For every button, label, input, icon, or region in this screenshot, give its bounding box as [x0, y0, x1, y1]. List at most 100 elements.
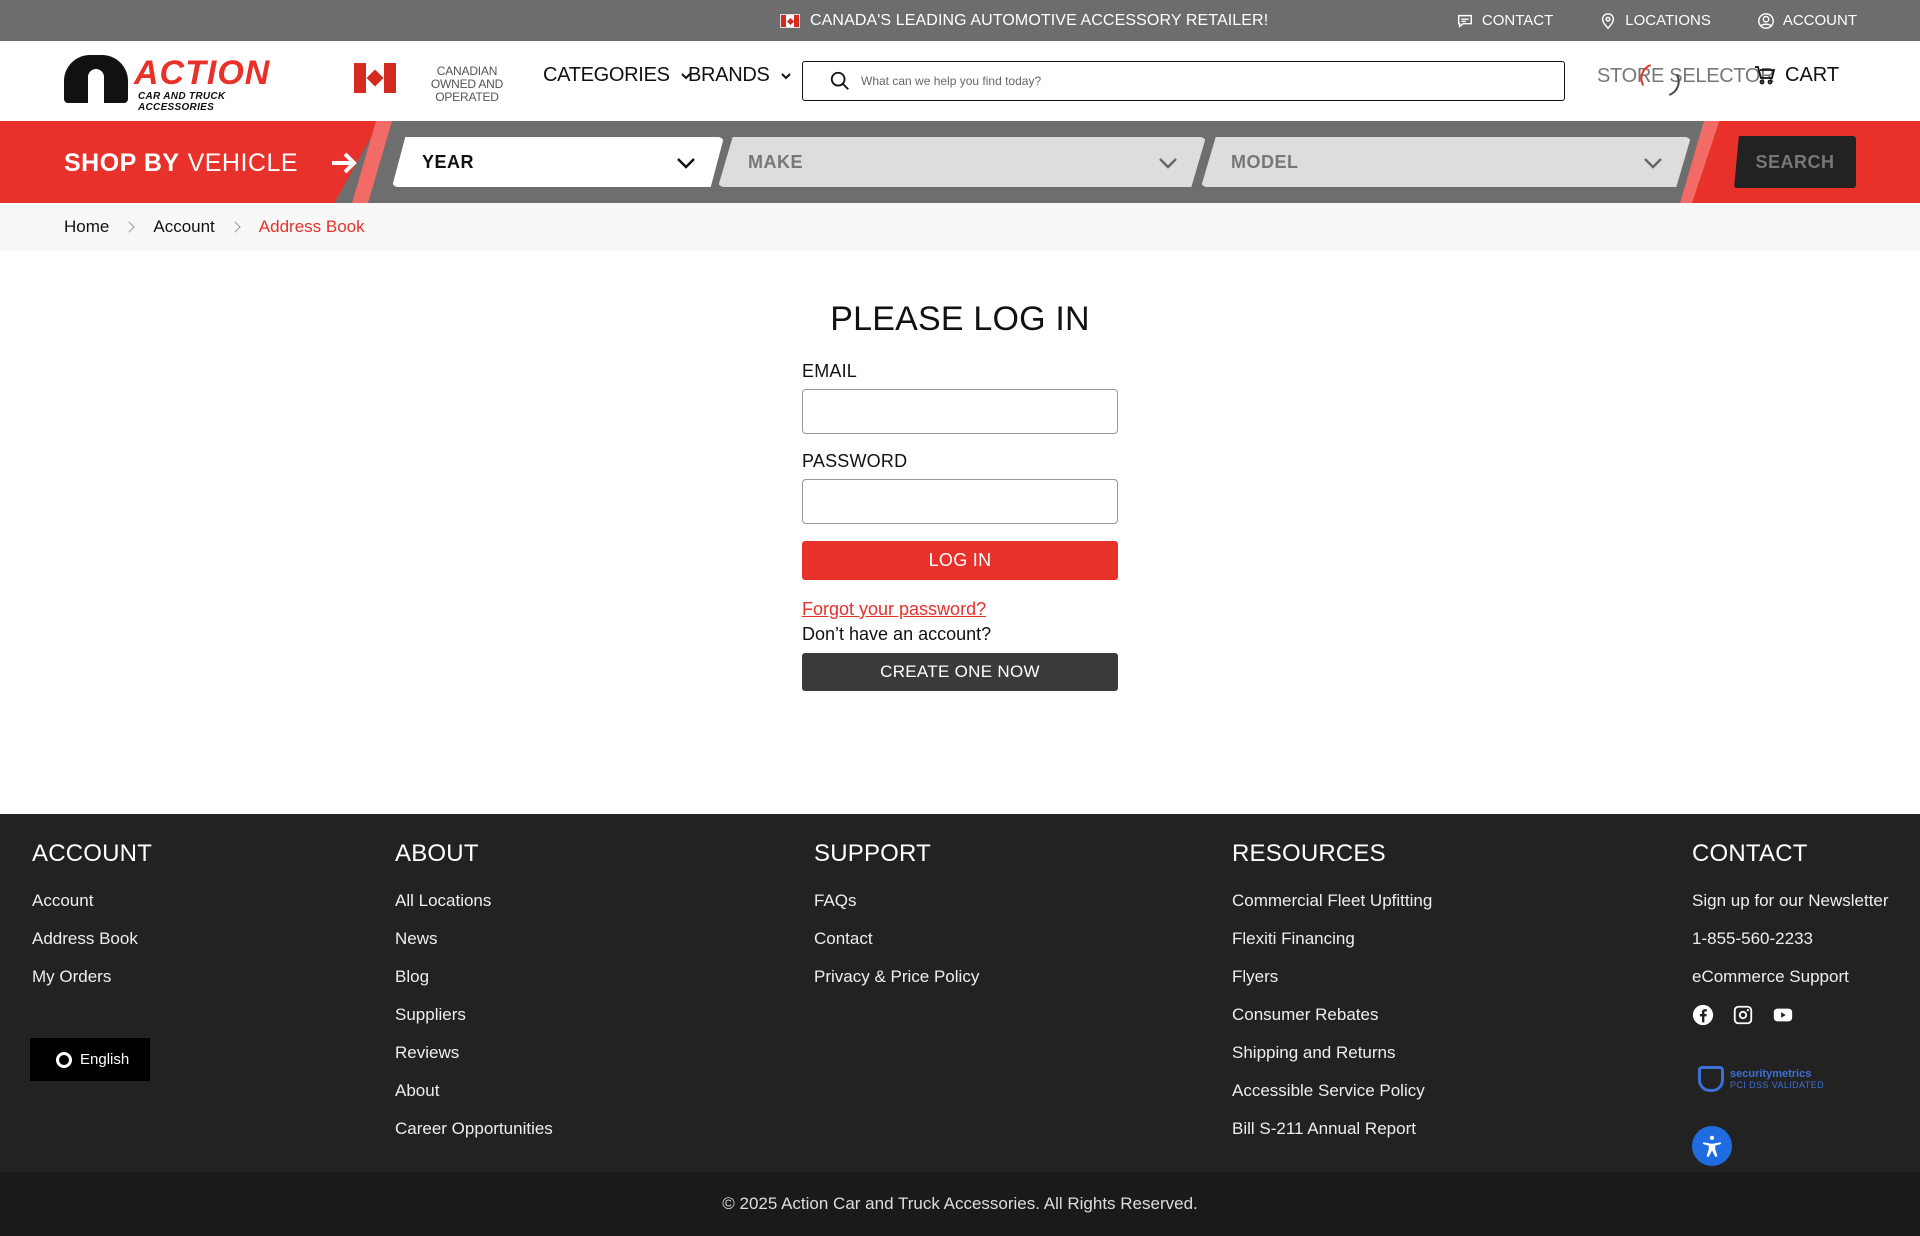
badge-subtitle: PCI DSS VALIDATED	[1730, 1080, 1824, 1090]
chevron-right-icon	[123, 221, 136, 233]
footer-link[interactable]: Bill S-211 Annual Report	[1232, 1118, 1432, 1140]
top-link-contact[interactable]: CONTACT	[1456, 12, 1553, 30]
footer-link[interactable]: Commercial Fleet Upfitting	[1232, 890, 1432, 912]
footer-heading: SUPPORT	[814, 840, 931, 867]
cart-link[interactable]: CART	[1753, 63, 1839, 87]
footer-link[interactable]: About	[395, 1080, 553, 1102]
footer-heading: CONTACT	[1692, 840, 1808, 867]
page-title: PLEASE LOG IN	[830, 300, 1090, 338]
location-pin-icon	[1602, 12, 1615, 29]
copyright: © 2025 Action Car and Truck Accessories.…	[0, 1172, 1920, 1236]
footer-link[interactable]: Blog	[395, 966, 553, 988]
create-account-button[interactable]: CREATE ONE NOW	[802, 653, 1118, 691]
announcement-bar: CANADA'S LEADING AUTOMOTIVE ACCESSORY RE…	[0, 0, 1920, 41]
youtube-icon[interactable]	[1772, 1004, 1794, 1026]
top-link-locations[interactable]: LOCATIONS	[1599, 12, 1711, 30]
top-links: CONTACT LOCATIONS ACCOUNT	[1456, 0, 1857, 41]
logo-mark	[64, 55, 128, 103]
email-field[interactable]	[802, 389, 1118, 434]
footer-heading: RESOURCES	[1232, 840, 1386, 867]
breadcrumb-current: Address Book	[258, 217, 365, 236]
footer-link[interactable]: Career Opportunities	[395, 1118, 553, 1140]
forgot-password-link[interactable]: Forgot your password?	[802, 599, 1118, 620]
footer-heading: ABOUT	[395, 840, 479, 867]
breadcrumb-account[interactable]: Account	[153, 217, 214, 237]
footer-link[interactable]: Reviews	[395, 1042, 553, 1064]
footer-link[interactable]: Contact	[814, 928, 979, 950]
breadcrumb-home[interactable]: Home	[64, 217, 109, 237]
footer-col-about: ABOUT All Locations News Blog Suppliers …	[395, 840, 553, 1156]
footer-link[interactable]: Flexiti Financing	[1232, 928, 1432, 950]
search-input[interactable]	[861, 69, 1551, 93]
chevron-down-icon	[677, 158, 695, 169]
globe-icon	[56, 1051, 72, 1068]
logo-word: ACTION	[134, 54, 271, 92]
language-selector[interactable]: English	[30, 1038, 150, 1081]
chat-icon	[1457, 14, 1472, 28]
chevron-down-icon	[1644, 158, 1662, 169]
arrow-right-icon	[332, 152, 357, 174]
footer-link[interactable]: Accessible Service Policy	[1232, 1080, 1432, 1102]
footer-link[interactable]: Consumer Rebates	[1232, 1004, 1432, 1026]
footer-col-support: SUPPORT FAQs Contact Privacy & Price Pol…	[814, 840, 979, 1004]
canada-flag-icon	[780, 13, 800, 28]
nav-categories[interactable]: CATEGORIES	[543, 64, 692, 87]
footer-link[interactable]: 1-855-560-2233	[1692, 928, 1889, 950]
nav-brands[interactable]: BRANDS	[688, 64, 792, 87]
promo-text: CANADA'S LEADING AUTOMOTIVE ACCESSORY RE…	[810, 11, 1269, 29]
logo-subtitle: CAR AND TRUCK ACCESSORIES	[138, 91, 226, 113]
footer-link[interactable]: Address Book	[32, 928, 152, 950]
footer-col-account: ACCOUNT Account Address Book My Orders	[32, 840, 152, 1004]
footer-link[interactable]: My Orders	[32, 966, 152, 988]
password-field[interactable]	[802, 479, 1118, 524]
accessibility-icon	[1702, 1135, 1722, 1157]
search-icon[interactable]	[829, 70, 851, 92]
breadcrumb: Home Account Address Book	[0, 203, 1920, 251]
top-link-account[interactable]: ACCOUNT	[1757, 12, 1857, 30]
cart-icon	[1755, 66, 1776, 85]
shop-by-vehicle: SHOP BY VEHICLE YEAR MAKE MODEL SEARCH	[0, 121, 1920, 203]
chevron-down-icon	[780, 72, 791, 79]
footer-col-contact: CONTACT Sign up for our Newsletter 1-855…	[1692, 840, 1889, 1026]
password-label: PASSWORD	[802, 451, 908, 471]
footer-link[interactable]: FAQs	[814, 890, 979, 912]
canadian-owned-text: CANADIAN OWNED AND OPERATED	[430, 64, 504, 104]
chevron-down-icon	[1159, 158, 1177, 169]
footer-link[interactable]: Privacy & Price Policy	[814, 966, 979, 988]
shop-by-vehicle-title: SHOP BY VEHICLE	[64, 147, 360, 179]
promo-message: CANADA'S LEADING AUTOMOTIVE ACCESSORY RE…	[780, 0, 1268, 41]
footer-col-resources: RESOURCES Commercial Fleet Upfitting Fle…	[1232, 840, 1432, 1156]
footer-link[interactable]: Sign up for our Newsletter	[1692, 890, 1889, 912]
footer-link[interactable]: Suppliers	[395, 1004, 553, 1026]
instagram-icon[interactable]	[1732, 1004, 1754, 1026]
make-select[interactable]: MAKE	[718, 137, 1206, 187]
footer-link[interactable]: All Locations	[395, 890, 553, 912]
store-selector[interactable]: STORE SELECTOR	[1597, 65, 1775, 88]
login-button[interactable]: LOG IN	[802, 541, 1118, 580]
facebook-icon[interactable]	[1692, 1004, 1714, 1026]
shield-icon	[1698, 1066, 1724, 1092]
badge-title: securitymetrics	[1730, 1068, 1812, 1080]
year-select[interactable]: YEAR	[392, 137, 724, 187]
email-label: EMAIL	[802, 361, 858, 381]
user-icon	[1757, 12, 1774, 29]
search-bar	[802, 61, 1565, 101]
chevron-right-icon	[229, 221, 241, 233]
login-form: PLEASE LOG IN EMAIL PASSWORD LOG IN Forg…	[802, 300, 1118, 691]
footer-heading: ACCOUNT	[32, 840, 153, 867]
accessibility-button[interactable]	[1692, 1126, 1732, 1166]
site-footer: ACCOUNT Account Address Book My Orders A…	[0, 814, 1920, 1172]
action-logo[interactable]: ACTION CAR AND TRUCK ACCESSORIES	[64, 54, 294, 113]
site-header: ACTION CAR AND TRUCK ACCESSORIES CANADIA…	[0, 41, 1920, 121]
canada-flag-icon	[354, 63, 396, 93]
footer-link[interactable]: Shipping and Returns	[1232, 1042, 1432, 1064]
no-account-text: Don’t have an account?	[802, 624, 992, 644]
model-select[interactable]: MODEL	[1201, 137, 1691, 187]
footer-link[interactable]: eCommerce Support	[1692, 966, 1889, 988]
footer-link[interactable]: News	[395, 928, 553, 950]
footer-link[interactable]: Flyers	[1232, 966, 1432, 988]
vehicle-search-button[interactable]: SEARCH	[1734, 136, 1856, 188]
securitymetrics-badge[interactable]: securitymetrics PCI DSS VALIDATED	[1698, 1064, 1838, 1094]
social-links	[1692, 1004, 1889, 1026]
footer-link[interactable]: Account	[32, 890, 152, 912]
